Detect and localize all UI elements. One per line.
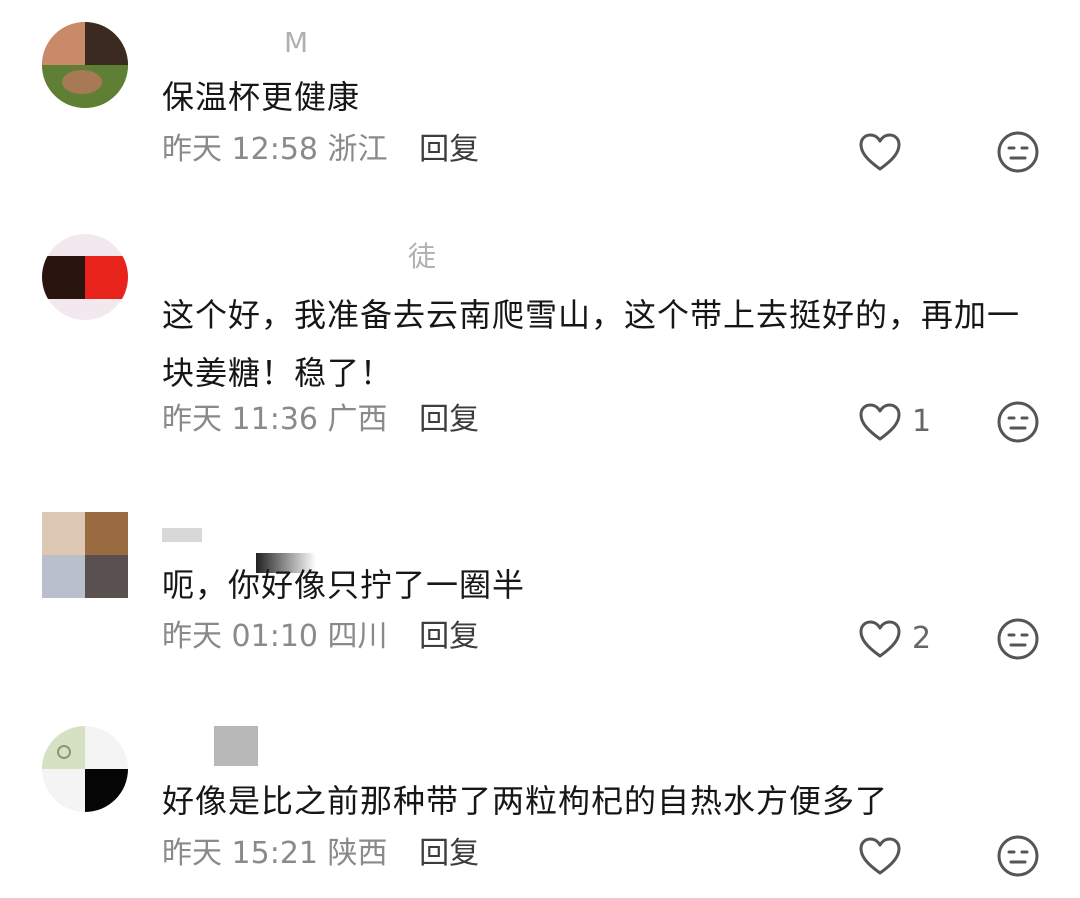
comment-time: 昨天 11:36 xyxy=(162,402,318,437)
avatar[interactable] xyxy=(42,726,128,812)
heart-outline-icon xyxy=(859,620,901,658)
avatar[interactable] xyxy=(42,512,128,598)
dislike-button[interactable] xyxy=(996,617,1040,661)
comment-meta: 昨天 12:58 浙江 回复 xyxy=(162,130,479,170)
like-button[interactable]: 1 xyxy=(858,400,931,444)
like-count: 1 xyxy=(912,404,932,439)
username[interactable]: 徒 xyxy=(408,240,436,274)
neutral-face-icon xyxy=(997,618,1039,660)
avatar[interactable] xyxy=(42,22,128,108)
heart-outline-icon xyxy=(859,403,901,441)
reply-button[interactable]: 回复 xyxy=(419,402,479,437)
comment-location: 广西 xyxy=(327,402,388,437)
comment-time: 昨天 15:21 xyxy=(162,836,318,871)
redaction-patch xyxy=(214,726,258,766)
comment-text: 好像是比之前那种带了两粒枸杞的自热水方便多了 xyxy=(162,782,889,820)
neutral-face-icon xyxy=(997,401,1039,443)
comment-time: 昨天 12:58 xyxy=(162,132,318,167)
comment-location: 浙江 xyxy=(327,132,388,167)
like-button[interactable] xyxy=(858,834,912,878)
reply-button[interactable]: 回复 xyxy=(419,132,479,167)
neutral-face-icon xyxy=(997,835,1039,877)
comment-location: 陕西 xyxy=(327,836,388,871)
dislike-button[interactable] xyxy=(996,400,1040,444)
reply-button[interactable]: 回复 xyxy=(419,619,479,654)
comment-text: 保温杯更健康 xyxy=(162,78,361,116)
like-button[interactable] xyxy=(858,130,912,174)
like-count: 2 xyxy=(912,621,932,656)
comment-text: 呃，你好像只拧了一圈半 xyxy=(162,566,526,604)
reply-button[interactable]: 回复 xyxy=(419,836,479,871)
comment-meta: 昨天 15:21 陕西 回复 xyxy=(162,834,479,874)
redacted-username xyxy=(162,528,202,542)
heart-outline-icon xyxy=(859,133,901,171)
dislike-button[interactable] xyxy=(996,130,1040,174)
like-button[interactable]: 2 xyxy=(858,617,931,661)
dislike-button[interactable] xyxy=(996,834,1040,878)
neutral-face-icon xyxy=(997,131,1039,173)
avatar[interactable] xyxy=(42,234,128,320)
username[interactable]: M xyxy=(284,26,308,60)
comment-text: 这个好，我准备去云南爬雪山，这个带上去挺好的，再加一块姜糖！稳了！ xyxy=(162,296,1021,392)
comment-meta: 昨天 11:36 广西 回复 xyxy=(162,400,479,440)
comment-meta: 昨天 01:10 四川 回复 xyxy=(162,617,479,657)
comment-time: 昨天 01:10 xyxy=(162,619,318,654)
comment-location: 四川 xyxy=(327,619,388,654)
heart-outline-icon xyxy=(859,837,901,875)
